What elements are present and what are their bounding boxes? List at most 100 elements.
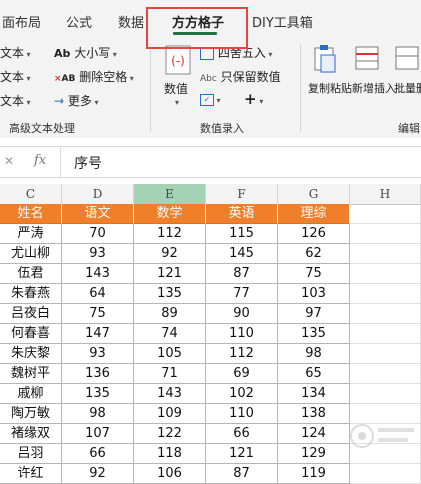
score-cell[interactable]: 135 — [62, 384, 134, 404]
score-cell[interactable]: 135 — [134, 284, 206, 304]
column-header-c[interactable]: C — [0, 184, 62, 204]
score-cell[interactable]: 97 — [278, 304, 350, 324]
new-insert-button[interactable]: 新增插入 — [350, 44, 396, 118]
header-cell-math[interactable]: 数学 — [134, 204, 206, 224]
score-cell[interactable]: 109 — [134, 404, 206, 424]
score-cell[interactable]: 98 — [62, 404, 134, 424]
score-cell[interactable]: 126 — [278, 224, 350, 244]
check-dropdown-button[interactable]: ✓ ▾ — [200, 92, 221, 106]
score-cell[interactable]: 75 — [278, 264, 350, 284]
header-cell-chinese[interactable]: 语文 — [62, 204, 134, 224]
empty-cell[interactable] — [350, 284, 421, 304]
score-cell[interactable]: 129 — [278, 444, 350, 464]
score-cell[interactable]: 66 — [206, 424, 278, 444]
name-cell[interactable]: 朱春燕 — [0, 284, 62, 304]
score-cell[interactable]: 92 — [134, 244, 206, 264]
empty-cell[interactable] — [350, 264, 421, 284]
empty-cell[interactable] — [350, 304, 421, 324]
score-cell[interactable]: 93 — [62, 244, 134, 264]
score-cell[interactable]: 135 — [278, 324, 350, 344]
formula-input[interactable]: 序号 — [74, 153, 102, 173]
score-cell[interactable]: 106 — [134, 464, 206, 484]
score-cell[interactable]: 89 — [134, 304, 206, 324]
score-cell[interactable]: 112 — [134, 224, 206, 244]
name-cell[interactable]: 吕夜白 — [0, 304, 62, 324]
case-button[interactable]: Ab 大小写 ▾ — [54, 44, 117, 61]
tab-page-layout[interactable]: 面布局 — [2, 12, 41, 31]
score-cell[interactable]: 92 — [62, 464, 134, 484]
empty-cell[interactable] — [350, 464, 421, 484]
score-cell[interactable]: 110 — [206, 324, 278, 344]
score-cell[interactable]: 143 — [62, 264, 134, 284]
score-cell[interactable]: 136 — [62, 364, 134, 384]
name-cell[interactable]: 严涛 — [0, 224, 62, 244]
name-cell[interactable]: 褚缘双 — [0, 424, 62, 444]
score-cell[interactable]: 103 — [278, 284, 350, 304]
score-cell[interactable]: 75 — [62, 304, 134, 324]
name-cell[interactable]: 伍君 — [0, 264, 62, 284]
score-cell[interactable]: 77 — [206, 284, 278, 304]
score-cell[interactable]: 143 — [134, 384, 206, 404]
cancel-icon[interactable]: ✕ — [4, 154, 14, 168]
column-header-g[interactable]: G — [278, 184, 350, 204]
remove-spaces-button[interactable]: ×AB 删除空格 ▾ — [54, 68, 134, 85]
score-cell[interactable]: 124 — [278, 424, 350, 444]
name-cell[interactable]: 朱庆黎 — [0, 344, 62, 364]
column-header-d[interactable]: D — [62, 184, 134, 204]
score-cell[interactable]: 110 — [206, 404, 278, 424]
column-header-f[interactable]: F — [206, 184, 278, 204]
name-cell[interactable]: 吕羽 — [0, 444, 62, 464]
score-cell[interactable]: 105 — [134, 344, 206, 364]
score-cell[interactable]: 145 — [206, 244, 278, 264]
score-cell[interactable]: 122 — [134, 424, 206, 444]
name-cell[interactable]: 戚柳 — [0, 384, 62, 404]
score-cell[interactable]: 70 — [62, 224, 134, 244]
empty-cell[interactable] — [350, 364, 421, 384]
tab-diy-toolbox[interactable]: DIY工具箱 — [252, 12, 313, 31]
fx-button[interactable]: fx — [34, 153, 46, 168]
score-cell[interactable]: 102 — [206, 384, 278, 404]
name-cell[interactable]: 魏树平 — [0, 364, 62, 384]
score-cell[interactable]: 87 — [206, 264, 278, 284]
score-cell[interactable]: 62 — [278, 244, 350, 264]
column-header-h[interactable]: H — [350, 184, 421, 204]
score-cell[interactable]: 65 — [278, 364, 350, 384]
name-cell[interactable]: 何春喜 — [0, 324, 62, 344]
score-cell[interactable]: 107 — [62, 424, 134, 444]
score-cell[interactable]: 87 — [206, 464, 278, 484]
empty-cell[interactable] — [350, 204, 421, 224]
header-cell-science[interactable]: 理综 — [278, 204, 350, 224]
header-cell-english[interactable]: 英语 — [206, 204, 278, 224]
copy-paste-button[interactable]: 复制粘贴 — [306, 44, 352, 118]
score-cell[interactable]: 119 — [278, 464, 350, 484]
more-button[interactable]: → 更多 ▾ — [54, 92, 98, 109]
score-cell[interactable]: 90 — [206, 304, 278, 324]
score-cell[interactable]: 98 — [278, 344, 350, 364]
score-cell[interactable]: 121 — [134, 264, 206, 284]
empty-cell[interactable] — [350, 344, 421, 364]
score-cell[interactable]: 112 — [206, 344, 278, 364]
keep-number-button[interactable]: Abc 只保留数值 — [200, 68, 281, 85]
text-menu-2[interactable]: 文本 ▾ — [0, 68, 31, 85]
score-cell[interactable]: 115 — [206, 224, 278, 244]
score-cell[interactable]: 64 — [62, 284, 134, 304]
header-cell-name[interactable]: 姓名 — [0, 204, 62, 224]
score-cell[interactable]: 118 — [134, 444, 206, 464]
name-cell[interactable]: 陶万敏 — [0, 404, 62, 424]
score-cell[interactable]: 93 — [62, 344, 134, 364]
tab-data[interactable]: 数据 — [118, 12, 144, 31]
score-cell[interactable]: 138 — [278, 404, 350, 424]
plus-button[interactable]: + ▾ — [244, 90, 263, 108]
score-cell[interactable]: 74 — [134, 324, 206, 344]
score-cell[interactable]: 121 — [206, 444, 278, 464]
score-cell[interactable]: 134 — [278, 384, 350, 404]
score-cell[interactable]: 147 — [62, 324, 134, 344]
score-cell[interactable]: 69 — [206, 364, 278, 384]
empty-cell[interactable] — [350, 384, 421, 404]
empty-cell[interactable] — [350, 244, 421, 264]
tab-formulas[interactable]: 公式 — [66, 12, 92, 31]
text-menu-3[interactable]: 文本 ▾ — [0, 92, 31, 109]
empty-cell[interactable] — [350, 224, 421, 244]
text-menu-1[interactable]: 文本 ▾ — [0, 44, 31, 61]
empty-cell[interactable] — [350, 324, 421, 344]
